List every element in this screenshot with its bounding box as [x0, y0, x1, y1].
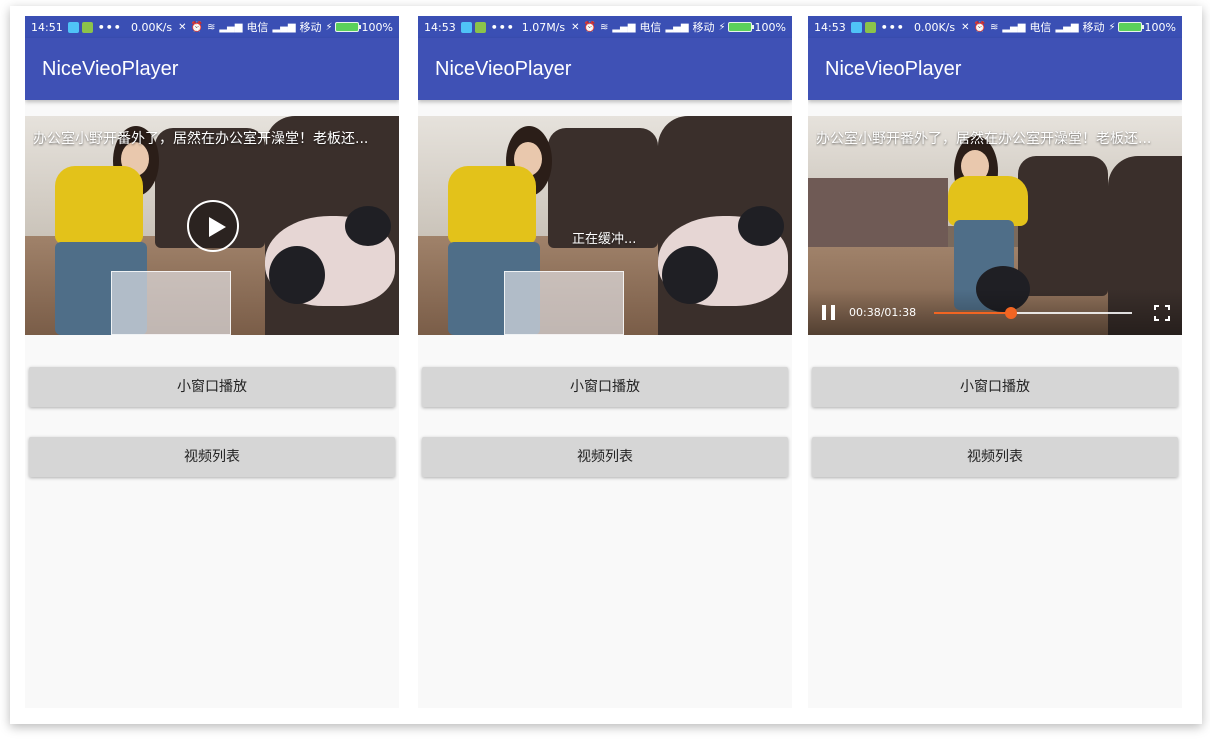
app-bar: NiceVieoPlayer	[25, 38, 399, 100]
battery-level: 100%	[754, 20, 786, 34]
app-notification-icon	[850, 21, 862, 33]
fullscreen-icon[interactable]	[1154, 305, 1170, 321]
signal-icon: ▂▄▆	[665, 21, 689, 33]
alarm-icon: ⏰	[583, 21, 596, 33]
app-title: NiceVieoPlayer	[435, 57, 572, 80]
phone-screen-buffering: 14:53 ••• 1.07M/s ✕ ⏰ ≋ ▂▄▆ 电信 ▂▄▆ 移动 ⚡ …	[418, 16, 792, 708]
vibrate-icon: ✕	[178, 21, 187, 33]
carrier-label: 电信	[1029, 21, 1052, 34]
app-notification-icon	[81, 21, 93, 33]
more-notifications-icon: •••	[97, 20, 122, 34]
carrier-label: 移动	[1082, 21, 1105, 34]
carrier-label: 电信	[639, 21, 662, 34]
phone-screen-playing: 14:53 ••• 0.00K/s ✕ ⏰ ≋ ▂▄▆ 电信 ▂▄▆ 移动 ⚡ …	[808, 16, 1182, 708]
video-player[interactable]: 办公室小野开番外了，居然在办公室开澡堂！老板还... 00:38/01:38	[808, 116, 1182, 335]
battery-level: 100%	[1144, 20, 1176, 34]
phone-screen-idle: 14:51 ••• 0.00K/s ✕ ⏰ ≋ ▂▄▆ 电信 ▂▄▆ 移动 ⚡ …	[25, 16, 399, 708]
video-frame-person	[448, 166, 536, 244]
video-frame-chair	[1018, 156, 1108, 296]
small-window-play-button[interactable]: 小窗口播放	[812, 367, 1178, 407]
more-notifications-icon: •••	[880, 20, 905, 34]
app-bar: NiceVieoPlayer	[418, 38, 792, 100]
more-notifications-icon: •••	[490, 20, 515, 34]
video-frame-pig	[738, 206, 784, 246]
app-notification-icon	[460, 21, 472, 33]
charging-icon: ⚡	[1108, 21, 1116, 33]
pause-icon[interactable]	[822, 305, 836, 320]
signal-icon: ▂▄▆	[1002, 21, 1026, 33]
carrier-label: 电信	[246, 21, 269, 34]
video-player[interactable]: 正在缓冲...	[418, 116, 792, 335]
app-notification-icon	[864, 21, 876, 33]
wifi-icon: ≋	[989, 21, 999, 33]
charging-icon: ⚡	[718, 21, 726, 33]
app-title: NiceVieoPlayer	[42, 57, 179, 80]
app-notification-icon	[474, 21, 486, 33]
network-speed: 0.00K/s	[130, 20, 173, 34]
carrier-label: 移动	[299, 21, 322, 34]
video-list-button[interactable]: 视频列表	[422, 437, 788, 477]
video-frame-pig	[269, 246, 325, 304]
battery-icon	[1117, 22, 1144, 32]
network-speed: 1.07M/s	[521, 20, 566, 34]
video-title: 办公室小野开番外了，居然在办公室开澡堂！老板还...	[816, 131, 1152, 147]
seek-progress	[934, 312, 1011, 314]
signal-icon: ▂▄▆	[219, 21, 243, 33]
player-controls: 00:38/01:38	[808, 289, 1182, 335]
battery-level: 100%	[361, 20, 393, 34]
playback-time: 00:38/01:38	[849, 306, 917, 319]
video-frame-box	[504, 271, 624, 335]
app-title: NiceVieoPlayer	[825, 57, 962, 80]
status-time: 14:53	[424, 20, 456, 34]
small-window-play-button[interactable]: 小窗口播放	[29, 367, 395, 407]
status-bar: 14:51 ••• 0.00K/s ✕ ⏰ ≋ ▂▄▆ 电信 ▂▄▆ 移动 ⚡ …	[25, 16, 399, 38]
charging-icon: ⚡	[325, 21, 333, 33]
battery-icon	[334, 22, 361, 32]
app-bar: NiceVieoPlayer	[808, 38, 1182, 100]
video-player[interactable]: 办公室小野开番外了，居然在办公室开澡堂！老板还...	[25, 116, 399, 335]
status-bar: 14:53 ••• 0.00K/s ✕ ⏰ ≋ ▂▄▆ 电信 ▂▄▆ 移动 ⚡ …	[808, 16, 1182, 38]
video-frame-person	[55, 166, 143, 244]
video-list-button[interactable]: 视频列表	[812, 437, 1178, 477]
play-icon[interactable]	[187, 200, 239, 252]
wifi-icon: ≋	[206, 21, 216, 33]
carrier-label: 移动	[692, 21, 715, 34]
alarm-icon: ⏰	[973, 21, 986, 33]
video-frame-sofa	[808, 178, 948, 248]
alarm-icon: ⏰	[190, 21, 203, 33]
status-time: 14:51	[31, 20, 63, 34]
status-bar: 14:53 ••• 1.07M/s ✕ ⏰ ≋ ▂▄▆ 电信 ▂▄▆ 移动 ⚡ …	[418, 16, 792, 38]
video-list-button[interactable]: 视频列表	[29, 437, 395, 477]
signal-icon: ▂▄▆	[612, 21, 636, 33]
video-title: 办公室小野开番外了，居然在办公室开澡堂！老板还...	[33, 131, 369, 147]
video-frame-box	[111, 271, 231, 335]
seek-bar[interactable]	[934, 307, 1132, 319]
screenshot-frame: 14:51 ••• 0.00K/s ✕ ⏰ ≋ ▂▄▆ 电信 ▂▄▆ 移动 ⚡ …	[0, 0, 1210, 740]
seek-thumb[interactable]	[1004, 307, 1017, 319]
vibrate-icon: ✕	[571, 21, 580, 33]
video-frame-person	[948, 176, 1028, 226]
status-time: 14:53	[814, 20, 846, 34]
signal-icon: ▂▄▆	[272, 21, 296, 33]
network-speed: 0.00K/s	[913, 20, 956, 34]
buffering-text: 正在缓冲...	[572, 232, 637, 247]
small-window-play-button[interactable]: 小窗口播放	[422, 367, 788, 407]
video-frame-pig	[345, 206, 391, 246]
video-frame-pig	[662, 246, 718, 304]
vibrate-icon: ✕	[961, 21, 970, 33]
wifi-icon: ≋	[599, 21, 609, 33]
battery-icon	[727, 22, 754, 32]
app-notification-icon	[67, 21, 79, 33]
signal-icon: ▂▄▆	[1055, 21, 1079, 33]
